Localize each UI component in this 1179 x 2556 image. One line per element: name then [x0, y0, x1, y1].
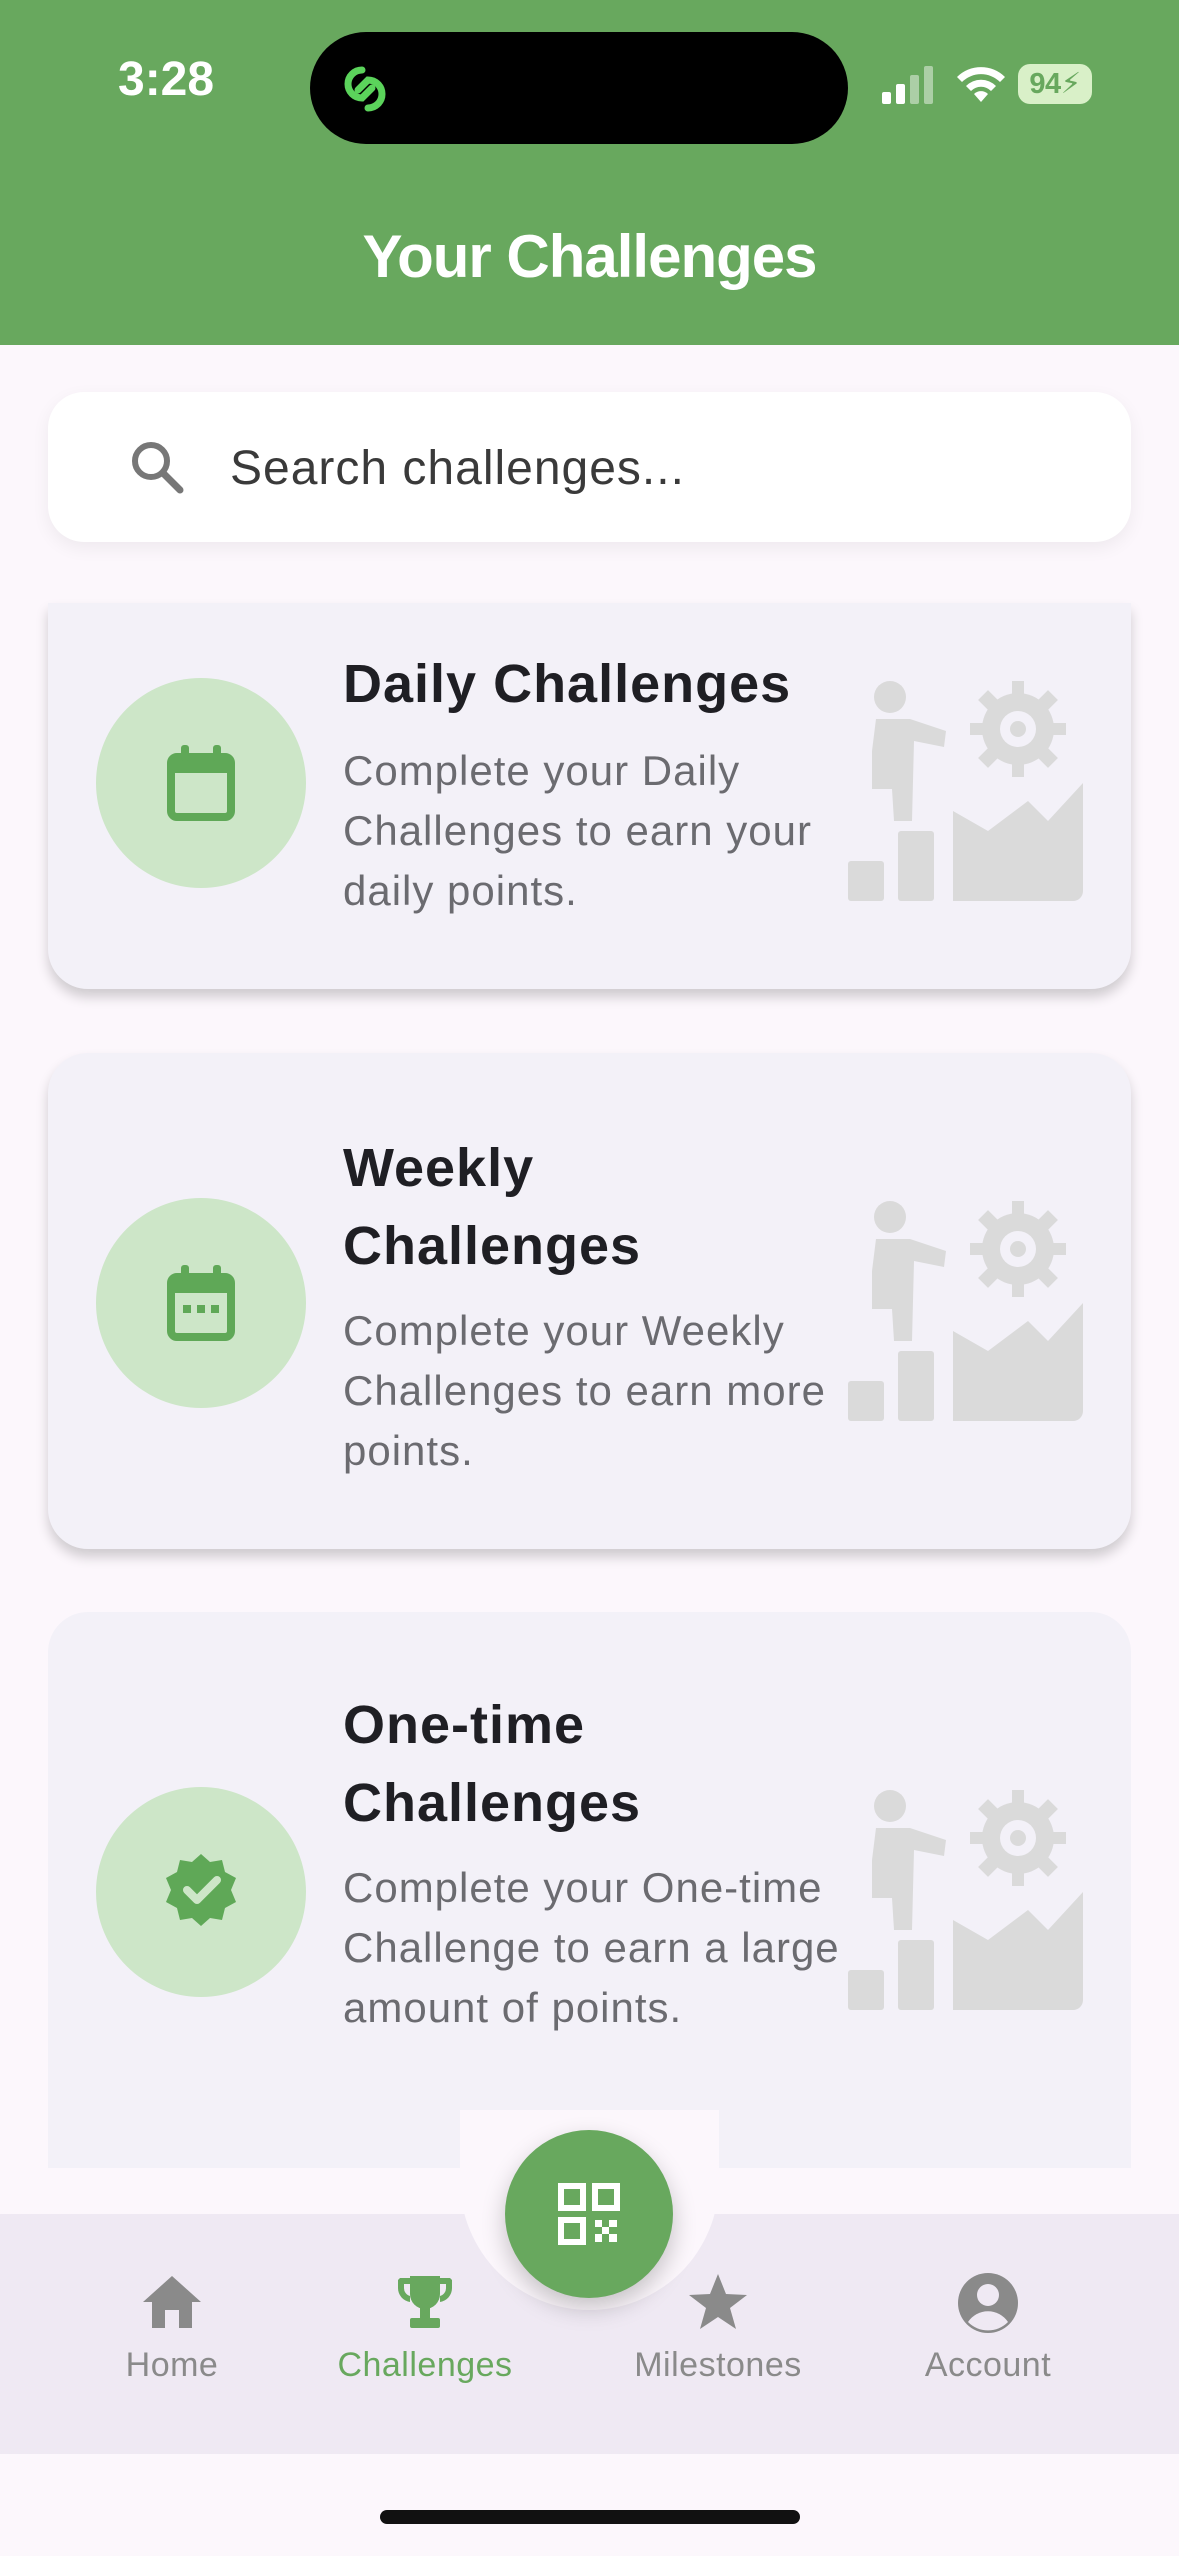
link-app-icon	[344, 66, 386, 112]
challenge-card-daily[interactable]: Daily Challenges Complete your Daily Cha…	[48, 603, 1131, 989]
nav-label: Account	[924, 2346, 1052, 2384]
challenge-title: One-time Challenges	[343, 1695, 642, 1833]
challenge-card-weekly[interactable]: Weekly Challenges Complete your Weekly C…	[48, 1053, 1131, 1549]
search-icon	[132, 442, 184, 494]
home-indicator	[380, 2510, 800, 2524]
page-title: Your Challenges	[362, 223, 818, 290]
nav-item-account[interactable]: Account	[858, 2270, 1118, 2400]
calendar-icon	[167, 745, 235, 821]
qr-code-icon	[558, 2183, 620, 2245]
challenge-icon-container	[96, 1198, 306, 1408]
growth-illustration-icon	[848, 1790, 1083, 2010]
growth-illustration-icon	[848, 1201, 1083, 1421]
nav-item-challenges[interactable]: Challenges	[295, 2270, 555, 2400]
search-input[interactable]	[228, 422, 1092, 514]
star-icon	[689, 2274, 747, 2329]
battery-level: 94	[1029, 68, 1061, 100]
nav-label: Home	[125, 2346, 219, 2384]
nav-item-milestones[interactable]: Milestones	[588, 2270, 848, 2400]
nav-label: Milestones	[634, 2346, 802, 2384]
charging-bolt-icon: ⚡	[1060, 68, 1081, 100]
scan-qr-button[interactable]	[505, 2130, 673, 2298]
battery-indicator: 94⚡	[1018, 64, 1092, 104]
status-time: 3:28	[118, 53, 215, 106]
cellular-signal-icon	[882, 66, 933, 104]
challenge-title: Weekly Challenges	[343, 1138, 642, 1276]
challenge-card-one-time[interactable]: One-time Challenges Complete your One-ti…	[48, 1612, 1131, 2168]
challenge-title: Daily Challenges	[343, 654, 792, 714]
challenge-icon-container	[96, 678, 306, 888]
verified-badge-icon	[166, 1854, 236, 1926]
app-header: 3:28 94⚡ Your Challenges	[0, 0, 1179, 345]
challenge-description: Complete your One-time Challenge to earn…	[343, 1864, 840, 2031]
trophy-icon	[397, 2276, 453, 2328]
nav-label: Challenges	[337, 2346, 513, 2384]
home-icon	[143, 2276, 201, 2328]
status-indicators: 94⚡	[880, 60, 1100, 110]
challenge-description: Complete your Daily Challenges to earn y…	[343, 747, 812, 914]
search-bar[interactable]	[48, 392, 1131, 542]
challenge-icon-container	[96, 1787, 306, 1997]
growth-illustration-icon	[848, 681, 1083, 901]
nav-item-home[interactable]: Home	[42, 2270, 302, 2400]
account-circle-icon	[958, 2273, 1018, 2333]
challenge-description: Complete your Weekly Challenges to earn …	[343, 1307, 826, 1474]
wifi-icon	[957, 67, 1005, 102]
calendar-week-icon	[167, 1265, 235, 1341]
dynamic-island	[310, 32, 848, 144]
